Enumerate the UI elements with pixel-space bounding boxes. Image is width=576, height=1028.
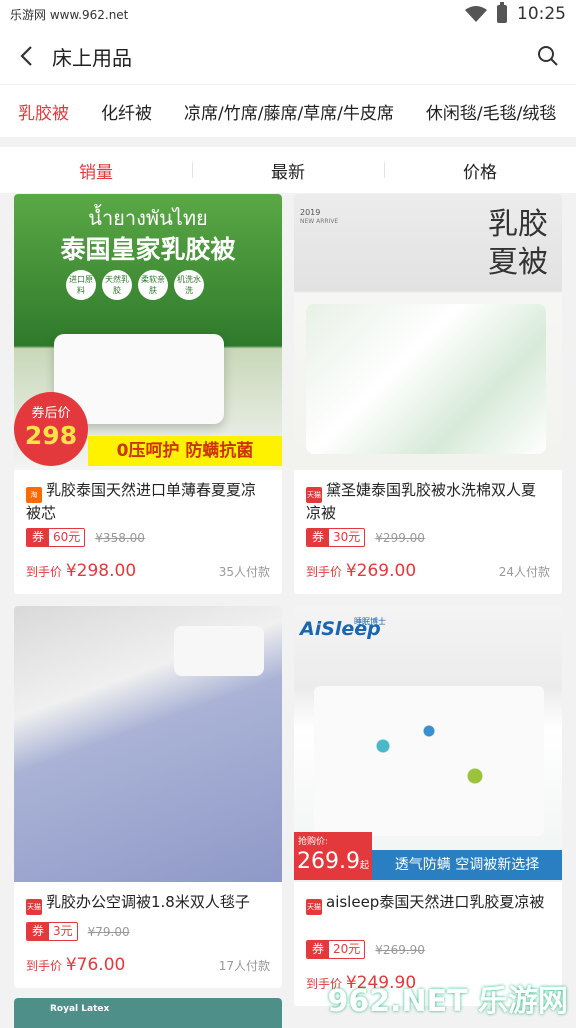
banner-sub: NEW ARRIVE [300,218,339,225]
category-tabs: 乳胶被 化纤被 凉席/竹席/藤席/草席/牛皮席 休闲毯/毛毯/绒毯 [0,84,576,137]
banner-year: 2019 [300,208,321,217]
status-time: 10:25 [517,4,566,24]
banner-tag: 柔软亲肤 [138,270,168,300]
coupon-badge[interactable]: 券 60元 [26,528,86,547]
wifi-icon [465,6,487,22]
search-icon[interactable] [536,44,560,68]
product-title[interactable]: 天猫 乳胶办公空调被1.8米双人毯子 [26,892,270,916]
original-price: ¥269.90 [375,942,425,957]
product-card[interactable]: 天猫 乳胶办公空调被1.8米双人毯子 券 3元 ¥79.00 到手价 ¥76.00 … [14,606,282,988]
product-image: AiSleep 睡眠博士 抢购价: 269.9起 透气防螨 空调被新选择 [294,606,562,882]
brand-logo: Royal Latex [50,1004,110,1014]
product-title[interactable]: 淘乳胶泰国天然进口单薄春夏夏凉被芯 [26,480,270,522]
back-button[interactable] [14,44,38,68]
product-image [14,606,282,882]
coupon-badge[interactable]: 券 3元 [26,922,78,941]
battery-icon [497,2,507,23]
original-price: ¥358.00 [95,530,145,545]
price-seal: 券后价 298 [14,392,88,466]
tmall-icon: 天猫 [306,899,322,915]
sold-count: 24人付款 [498,565,550,579]
sold-count: 17人付款 [218,959,270,973]
tmall-icon: 天猫 [26,899,42,915]
banner-slogan: 透气防螨 空调被新选择 [372,850,562,880]
chevron-left-icon [20,46,32,66]
original-price: ¥299.00 [375,530,425,545]
final-price: 到手价 ¥298.00 [26,561,137,581]
app-header: 床上用品 [0,28,576,84]
banner-slogan: 0压呵护 防螨抗菌 [88,436,282,466]
product-image: 2019 NEW ARRIVE 乳胶夏被 [294,194,562,470]
page-title: 床上用品 [52,45,132,70]
status-bar: 乐游网 www.962.net 10:25 [0,0,576,28]
tab-mats[interactable]: 凉席/竹席/藤席/草席/牛皮席 [168,99,410,124]
product-image: น้ำยางพันไทย 泰国皇家乳胶被 进口原料 天然乳胶 柔软亲肤 机洗水洗… [14,194,282,470]
bed-illustration [314,686,544,836]
original-price: ¥79.00 [87,924,130,939]
coupon-badge[interactable]: 券 30元 [306,528,366,547]
final-price: 到手价 ¥269.00 [306,561,417,581]
pillow-illustration [174,626,264,676]
taobao-icon: 淘 [26,487,42,503]
banner-tag: 机洗水洗 [174,270,204,300]
sort-bar: 销量 最新 价格 [0,147,576,193]
brand-cn: 睡眠博士 [354,617,386,626]
tab-synthetic-quilt[interactable]: 化纤被 [85,99,168,124]
product-card[interactable]: น้ำยางพันไทย 泰国皇家乳胶被 进口原料 天然乳胶 柔软亲肤 机洗水洗… [14,194,282,594]
tab-blankets[interactable]: 休闲毯/毛毯/绒毯 [410,99,572,124]
product-title[interactable]: 天猫 黛圣婕泰国乳胶被水洗棉双人夏凉被 [306,480,550,522]
sort-price[interactable]: 价格 [384,158,576,183]
sort-newest[interactable]: 最新 [192,158,384,183]
sort-sales[interactable]: 销量 [0,158,192,183]
banner-big-text: 乳胶夏被 [488,207,548,280]
price-box: 抢购价: 269.9起 [294,832,372,880]
tmall-icon: 天猫 [306,487,322,503]
product-card[interactable]: AiSleep 睡眠博士 抢购价: 269.9起 透气防螨 空调被新选择 天猫 a… [294,606,562,1006]
banner-tag: 天然乳胶 [102,270,132,300]
final-price: 到手价 ¥76.00 [26,955,126,975]
sold-count: 35人付款 [218,565,270,579]
banner-headline: 泰国皇家乳胶被 [60,235,236,264]
product-title[interactable]: 天猫 aisleep泰国天然进口乳胶夏凉被 [306,892,550,934]
watermark-logo: 962.NET 乐游网 [327,984,568,1019]
product-card[interactable]: 2019 NEW ARRIVE 乳胶夏被 天猫 黛圣婕泰国乳胶被水洗棉双人夏凉被 … [294,194,562,594]
bed-illustration [306,304,546,454]
coupon-badge[interactable]: 券 20元 [306,940,366,959]
status-site-text: 乐游网 www.962.net [10,7,129,22]
banner-tag: 进口原料 [66,270,96,300]
tab-latex-quilt[interactable]: 乳胶被 [0,99,85,124]
